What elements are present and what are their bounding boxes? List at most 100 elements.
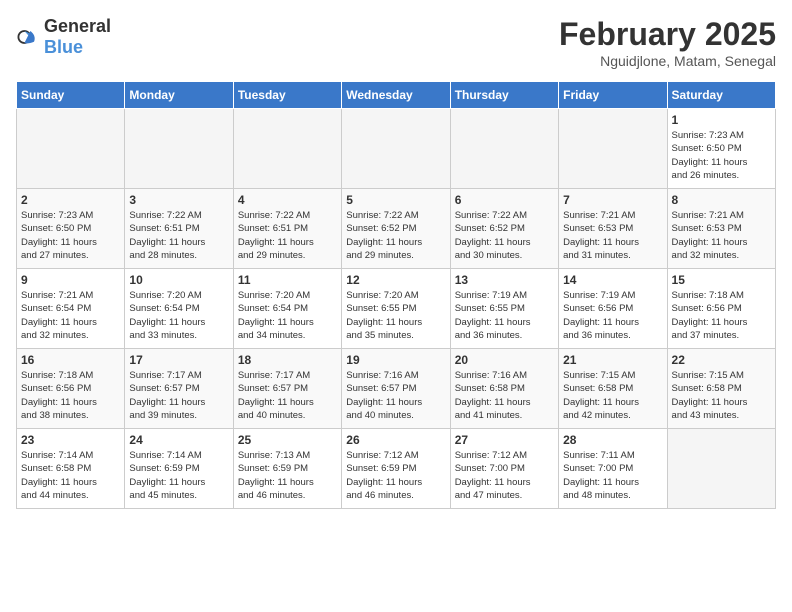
day-number: 1: [672, 113, 771, 127]
calendar-cell: 26Sunrise: 7:12 AM Sunset: 6:59 PM Dayli…: [342, 429, 450, 509]
day-number: 24: [129, 433, 228, 447]
calendar-cell: 27 Sunrise: 7:12 AM Sunset: 7:00 PM Dayli…: [450, 429, 558, 509]
calendar-cell: 24 Sunrise: 7:14 AM Sunset: 6:59 PM Dayli…: [125, 429, 233, 509]
calendar-week-row: 1 Sunrise: 7:23 AM Sunset: 6:50 PM Daylig…: [17, 109, 776, 189]
day-number: 21: [563, 353, 662, 367]
calendar-cell: 9 Sunrise: 7:21 AM Sunset: 6:54 PM Daylig…: [17, 269, 125, 349]
day-number: 19: [346, 353, 445, 367]
day-number: 12: [346, 273, 445, 287]
day-number: 9: [21, 273, 120, 287]
day-number: 3: [129, 193, 228, 207]
title-block: February 2025 Nguidjlone, Matam, Senegal: [559, 16, 776, 69]
calendar-cell: 7 Sunrise: 7:21 AM Sunset: 6:53 PM Daylig…: [559, 189, 667, 269]
calendar-cell: [17, 109, 125, 189]
weekday-header: Tuesday: [233, 82, 341, 109]
day-number: 15: [672, 273, 771, 287]
calendar-cell: [125, 109, 233, 189]
calendar-week-row: 9 Sunrise: 7:21 AM Sunset: 6:54 PM Daylig…: [17, 269, 776, 349]
day-info: Sunrise: 7:16 AM Sunset: 6:58 PM Dayligh…: [455, 369, 554, 422]
day-info: Sunrise: 7:19 AM Sunset: 6:56 PM Dayligh…: [563, 289, 662, 342]
day-number: 4: [238, 193, 337, 207]
day-info: Sunrise: 7:21 AM Sunset: 6:54 PM Dayligh…: [21, 289, 120, 342]
calendar-cell: 13 Sunrise: 7:19 AM Sunset: 6:55 PM Dayli…: [450, 269, 558, 349]
day-info: Sunrise: 7:23 AM Sunset: 6:50 PM Dayligh…: [672, 129, 771, 182]
calendar-cell: [559, 109, 667, 189]
calendar-cell: 11 Sunrise: 7:20 AM Sunset: 6:54 PM Dayli…: [233, 269, 341, 349]
logo-icon: [16, 25, 40, 49]
day-info: Sunrise: 7:22 AM Sunset: 6:51 PM Dayligh…: [129, 209, 228, 262]
day-number: 13: [455, 273, 554, 287]
day-info: Sunrise: 7:17 AM Sunset: 6:57 PM Dayligh…: [238, 369, 337, 422]
calendar-cell: 16 Sunrise: 7:18 AM Sunset: 6:56 PM Dayli…: [17, 349, 125, 429]
day-number: 27: [455, 433, 554, 447]
day-number: 8: [672, 193, 771, 207]
day-info: Sunrise: 7:15 AM Sunset: 6:58 PM Dayligh…: [563, 369, 662, 422]
day-info: Sunrise: 7:22 AM Sunset: 6:52 PM Dayligh…: [346, 209, 445, 262]
weekday-header: Thursday: [450, 82, 558, 109]
calendar-week-row: 23 Sunrise: 7:14 AM Sunset: 6:58 PM Dayli…: [17, 429, 776, 509]
calendar-week-row: 2 Sunrise: 7:23 AM Sunset: 6:50 PM Daylig…: [17, 189, 776, 269]
day-info: Sunrise: 7:16 AM Sunset: 6:57 PM Dayligh…: [346, 369, 445, 422]
calendar-table: SundayMondayTuesdayWednesdayThursdayFrid…: [16, 81, 776, 509]
day-info: Sunrise: 7:14 AM Sunset: 6:58 PM Dayligh…: [21, 449, 120, 502]
weekday-header: Monday: [125, 82, 233, 109]
day-info: Sunrise: 7:17 AM Sunset: 6:57 PM Dayligh…: [129, 369, 228, 422]
calendar-title: February 2025: [559, 16, 776, 53]
weekday-header: Wednesday: [342, 82, 450, 109]
logo-blue: Blue: [44, 37, 83, 57]
calendar-cell: [450, 109, 558, 189]
day-number: 10: [129, 273, 228, 287]
day-number: 17: [129, 353, 228, 367]
day-info: Sunrise: 7:20 AM Sunset: 6:55 PM Dayligh…: [346, 289, 445, 342]
day-number: 5: [346, 193, 445, 207]
calendar-cell: [667, 429, 775, 509]
day-number: 23: [21, 433, 120, 447]
day-info: Sunrise: 7:14 AM Sunset: 6:59 PM Dayligh…: [129, 449, 228, 502]
day-info: Sunrise: 7:18 AM Sunset: 6:56 PM Dayligh…: [21, 369, 120, 422]
calendar-week-row: 16 Sunrise: 7:18 AM Sunset: 6:56 PM Dayli…: [17, 349, 776, 429]
day-info: Sunrise: 7:23 AM Sunset: 6:50 PM Dayligh…: [21, 209, 120, 262]
day-number: 2: [21, 193, 120, 207]
calendar-subtitle: Nguidjlone, Matam, Senegal: [559, 53, 776, 69]
calendar-cell: 28 Sunrise: 7:11 AM Sunset: 7:00 PM Dayli…: [559, 429, 667, 509]
calendar-cell: 6Sunrise: 7:22 AM Sunset: 6:52 PM Daylig…: [450, 189, 558, 269]
day-info: Sunrise: 7:11 AM Sunset: 7:00 PM Dayligh…: [563, 449, 662, 502]
day-number: 11: [238, 273, 337, 287]
day-info: Sunrise: 7:20 AM Sunset: 6:54 PM Dayligh…: [129, 289, 228, 342]
calendar-cell: 18Sunrise: 7:17 AM Sunset: 6:57 PM Dayli…: [233, 349, 341, 429]
calendar-cell: 15 Sunrise: 7:18 AM Sunset: 6:56 PM Dayli…: [667, 269, 775, 349]
day-number: 22: [672, 353, 771, 367]
calendar-cell: 20 Sunrise: 7:16 AM Sunset: 6:58 PM Dayli…: [450, 349, 558, 429]
weekday-header: Friday: [559, 82, 667, 109]
calendar-cell: 23 Sunrise: 7:14 AM Sunset: 6:58 PM Dayli…: [17, 429, 125, 509]
calendar-cell: 19 Sunrise: 7:16 AM Sunset: 6:57 PM Dayli…: [342, 349, 450, 429]
day-info: Sunrise: 7:13 AM Sunset: 6:59 PM Dayligh…: [238, 449, 337, 502]
calendar-cell: 2 Sunrise: 7:23 AM Sunset: 6:50 PM Daylig…: [17, 189, 125, 269]
calendar-cell: 14 Sunrise: 7:19 AM Sunset: 6:56 PM Dayli…: [559, 269, 667, 349]
day-info: Sunrise: 7:18 AM Sunset: 6:56 PM Dayligh…: [672, 289, 771, 342]
calendar-cell: 3 Sunrise: 7:22 AM Sunset: 6:51 PM Daylig…: [125, 189, 233, 269]
calendar-cell: 22Sunrise: 7:15 AM Sunset: 6:58 PM Dayli…: [667, 349, 775, 429]
day-info: Sunrise: 7:20 AM Sunset: 6:54 PM Dayligh…: [238, 289, 337, 342]
day-info: Sunrise: 7:21 AM Sunset: 6:53 PM Dayligh…: [563, 209, 662, 262]
calendar-cell: [342, 109, 450, 189]
calendar-cell: 25Sunrise: 7:13 AM Sunset: 6:59 PM Dayli…: [233, 429, 341, 509]
day-number: 28: [563, 433, 662, 447]
logo-text: General Blue: [44, 16, 111, 58]
calendar-cell: 17 Sunrise: 7:17 AM Sunset: 6:57 PM Dayli…: [125, 349, 233, 429]
day-number: 26: [346, 433, 445, 447]
day-info: Sunrise: 7:12 AM Sunset: 7:00 PM Dayligh…: [455, 449, 554, 502]
day-number: 7: [563, 193, 662, 207]
day-info: Sunrise: 7:19 AM Sunset: 6:55 PM Dayligh…: [455, 289, 554, 342]
day-number: 20: [455, 353, 554, 367]
day-info: Sunrise: 7:21 AM Sunset: 6:53 PM Dayligh…: [672, 209, 771, 262]
calendar-cell: 5 Sunrise: 7:22 AM Sunset: 6:52 PM Daylig…: [342, 189, 450, 269]
weekday-header-row: SundayMondayTuesdayWednesdayThursdayFrid…: [17, 82, 776, 109]
page-header: General Blue February 2025 Nguidjlone, M…: [16, 16, 776, 69]
calendar-cell: 1 Sunrise: 7:23 AM Sunset: 6:50 PM Daylig…: [667, 109, 775, 189]
day-number: 16: [21, 353, 120, 367]
logo-general: General: [44, 16, 111, 36]
weekday-header: Saturday: [667, 82, 775, 109]
day-number: 14: [563, 273, 662, 287]
calendar-cell: 12 Sunrise: 7:20 AM Sunset: 6:55 PM Dayli…: [342, 269, 450, 349]
